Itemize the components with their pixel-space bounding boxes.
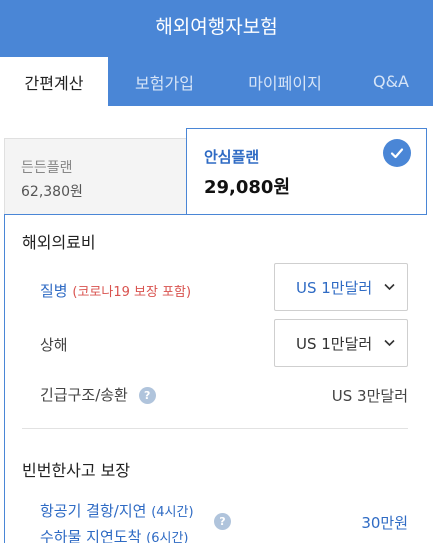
tab-mypage[interactable]: 마이페이지 bbox=[221, 57, 349, 106]
baggage-delay-text: 수하물 지연도착 bbox=[40, 528, 142, 543]
illness-label: 질병 (코로나19 보장 포함) bbox=[40, 280, 191, 301]
section-title-medical: 해외의료비 bbox=[22, 233, 96, 252]
check-icon bbox=[383, 139, 411, 167]
injury-amount-select[interactable]: US 1만달러 bbox=[274, 319, 408, 367]
baggage-delay-line: 수하물 지연도착 (6시간) bbox=[40, 525, 194, 543]
plan-name: 든든플랜 bbox=[21, 160, 73, 176]
tab-label: 마이페이지 bbox=[248, 73, 322, 93]
page-title: 해외여행자보험 bbox=[155, 15, 278, 38]
rescue-label: 긴급구조/송환 ? bbox=[40, 384, 156, 405]
tab-qna[interactable]: Q&A bbox=[349, 57, 433, 106]
flight-delay-line: 항공기 결항/지연 (4시간) bbox=[40, 499, 194, 525]
rescue-label-text: 긴급구조/송환 bbox=[40, 386, 128, 404]
plan-card-basic[interactable]: 든든플랜 62,380원 bbox=[4, 138, 187, 214]
plan-price: 62,380원 bbox=[21, 184, 83, 200]
tab-label: 보험가입 bbox=[135, 73, 194, 93]
rescue-value: US 3만달러 bbox=[331, 387, 408, 405]
chevron-down-icon bbox=[384, 339, 395, 347]
help-icon[interactable]: ? bbox=[138, 387, 156, 404]
tab-label: Q&A bbox=[372, 72, 409, 91]
select-value: US 1만달러 bbox=[296, 278, 373, 297]
delay-value: 30만원 bbox=[361, 514, 408, 532]
tab-label: 간편계산 bbox=[24, 73, 84, 93]
tab-bar: 간편계산 보험가입 마이페이지 Q&A bbox=[0, 50, 433, 106]
app-header: 해외여행자보험 bbox=[0, 0, 433, 50]
flight-delay-note: (4시간) bbox=[151, 505, 194, 520]
covid-note: (코로나19 보장 포함) bbox=[72, 285, 192, 300]
delay-label: 항공기 결항/지연 (4시간) 수하물 지연도착 (6시간) bbox=[40, 499, 194, 543]
illness-amount-select[interactable]: US 1만달러 bbox=[274, 263, 408, 311]
tab-quick-calc[interactable]: 간편계산 bbox=[0, 57, 108, 106]
plan-name: 안심플랜 bbox=[204, 148, 260, 166]
section-title-frequent: 빈번한사고 보장 bbox=[22, 461, 131, 480]
chevron-down-icon bbox=[384, 283, 395, 291]
plan-price: 29,080원 bbox=[204, 177, 291, 198]
flight-delay-text: 항공기 결항/지연 bbox=[40, 502, 147, 520]
tab-subscribe[interactable]: 보험가입 bbox=[108, 57, 221, 106]
baggage-delay-note: (6시간) bbox=[146, 531, 189, 543]
injury-label: 상해 bbox=[40, 336, 68, 354]
help-icon[interactable]: ? bbox=[214, 513, 231, 530]
illness-label-text: 질병 bbox=[40, 282, 68, 300]
plan-card-selected[interactable]: 안심플랜 29,080원 bbox=[186, 128, 427, 215]
divider bbox=[22, 428, 408, 429]
select-value: US 1만달러 bbox=[296, 334, 373, 353]
